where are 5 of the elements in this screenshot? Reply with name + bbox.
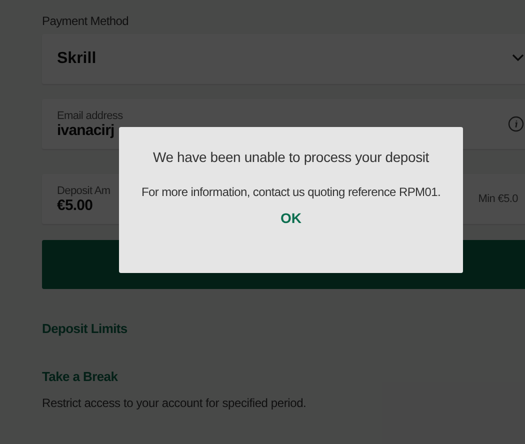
dialog-message: For more information, contact us quoting reference RPM01.	[141, 184, 441, 201]
section-description: Restrict access to your account for specified period.	[42, 396, 308, 410]
dialog-title: We have been unable to process your deposit	[153, 149, 429, 165]
ok-button[interactable]: OK	[274, 208, 308, 228]
field-label: Payment Method	[42, 14, 130, 28]
